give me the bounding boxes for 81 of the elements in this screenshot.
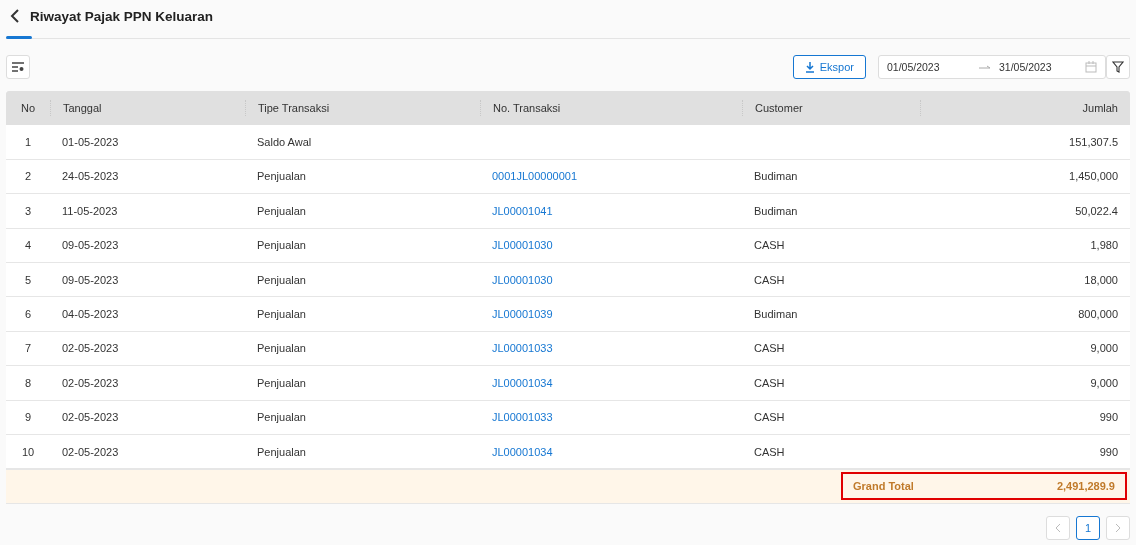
table-cell-text: 04-05-2023	[61, 308, 120, 321]
table-cell-text: 800,000	[1077, 308, 1119, 321]
table-cell-text: 5	[23, 273, 33, 286]
back-icon[interactable]	[10, 9, 20, 23]
table-cell: CASH	[754, 411, 785, 424]
transaction-link[interactable]: JL00001034	[492, 445, 553, 458]
chevron-right-icon	[1115, 522, 1121, 533]
calendar-icon	[1085, 61, 1097, 73]
column-header: Tanggal	[50, 100, 245, 117]
transaction-link[interactable]: JL00001033	[492, 411, 553, 424]
transaction-link[interactable]: 0001JL00000001	[492, 170, 578, 183]
table-cell-text: 2	[23, 170, 33, 183]
date-range-field[interactable]: 01/05/2023 31/05/2023	[878, 55, 1106, 79]
table-cell: CASH	[754, 445, 785, 458]
table-cell-text: 02-05-2023	[61, 376, 120, 389]
filter-icon	[1112, 61, 1124, 73]
table-cell-text: 8	[23, 376, 33, 389]
table-cell: Budiman	[754, 204, 798, 217]
table-cell-text: Penjualan	[256, 411, 307, 424]
column-header: Jumlah	[920, 100, 1130, 117]
column-settings-button[interactable]	[6, 55, 30, 79]
table-cell-text: 4	[23, 239, 33, 252]
table-cell-text: 990	[1098, 445, 1119, 458]
table-cell-text: Penjualan	[256, 204, 307, 217]
table-cell-text: 151,307.5	[1068, 136, 1119, 149]
table-cell-text: Penjualan	[256, 273, 307, 286]
transaction-link[interactable]: JL00001039	[492, 308, 553, 321]
table-cell: Budiman	[754, 170, 798, 183]
table-cell-text: Penjualan	[256, 170, 307, 183]
table-cell-text: 1,450,000	[1068, 170, 1119, 183]
table-cell-text: 18,000	[1083, 273, 1119, 286]
table-cell-text: Penjualan	[256, 445, 307, 458]
column-header: No. Transaksi	[480, 100, 742, 117]
table-cell-text: 09-05-2023	[61, 273, 120, 286]
table-cell-text: 09-05-2023	[61, 239, 120, 252]
table-cell: Budiman	[754, 308, 798, 321]
table-cell-text: 1	[23, 136, 33, 149]
table-cell: CASH	[754, 273, 785, 286]
table-cell-text: 24-05-2023	[61, 170, 120, 183]
filter-button[interactable]	[1106, 55, 1130, 79]
arrow-icon	[979, 64, 991, 70]
table-cell-text: 10	[20, 445, 36, 458]
grand-total-label: Grand Total	[853, 480, 914, 493]
download-icon	[804, 61, 815, 73]
chevron-left-icon	[1055, 522, 1061, 533]
transaction-link[interactable]: JL00001030	[492, 239, 553, 252]
table-cell-text: 01-05-2023	[61, 136, 120, 149]
table-cell-text: 02-05-2023	[61, 411, 120, 424]
table-cell-text: 50,022.4	[1074, 204, 1119, 217]
table-cell-text: Penjualan	[256, 376, 307, 389]
grand-total-value: 2,491,289.9	[1056, 480, 1115, 493]
column-settings-icon	[11, 61, 25, 73]
table-cell-text: 9,000	[1089, 342, 1119, 355]
table-cell-text: Saldo Awal	[256, 136, 313, 149]
table-cell-text: 9	[23, 411, 33, 424]
column-header: No	[19, 101, 37, 117]
table-cell-text: 990	[1098, 411, 1119, 424]
tab-indicator	[6, 36, 32, 39]
table-cell: CASH	[754, 342, 785, 355]
transaction-link[interactable]: JL00001041	[492, 204, 553, 217]
table-cell: CASH	[754, 239, 785, 252]
table-cell-text: 9,000	[1089, 376, 1119, 389]
table-cell: CASH	[754, 376, 785, 389]
transaction-link[interactable]: JL00001030	[492, 273, 553, 286]
page-button[interactable]: 1	[1076, 515, 1100, 540]
transaction-link[interactable]: JL00001034	[492, 376, 553, 389]
transaction-link[interactable]: JL00001033	[492, 342, 553, 355]
table-cell-text: Penjualan	[256, 342, 307, 355]
column-header: Customer	[742, 100, 920, 117]
table-cell-text: 02-05-2023	[61, 445, 120, 458]
table-cell-text: 7	[23, 342, 33, 355]
column-header: Tipe Transaksi	[245, 100, 480, 117]
page-title: Riwayat Pajak PPN Keluaran	[30, 8, 214, 24]
export-button[interactable]: Ekspor	[792, 55, 866, 79]
table-cell-text: Penjualan	[256, 239, 307, 252]
table-cell-text: Penjualan	[256, 308, 307, 321]
table-cell-text: 1,980	[1089, 239, 1119, 252]
table-cell-text: 3	[23, 204, 33, 217]
table-cell-text: 11-05-2023	[61, 204, 119, 217]
table-cell-text: 02-05-2023	[61, 342, 120, 355]
table-cell-text: 6	[23, 308, 33, 321]
